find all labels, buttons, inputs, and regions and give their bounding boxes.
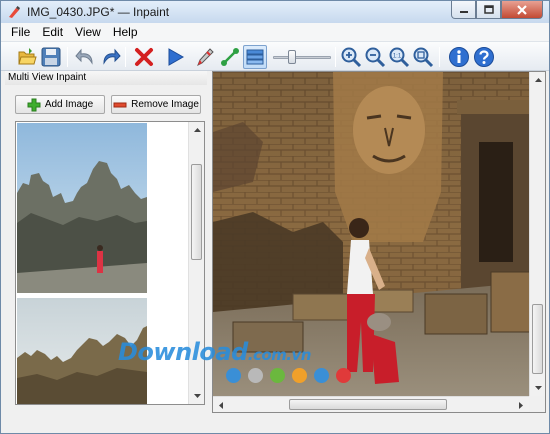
- watermark-dot: [336, 368, 351, 383]
- scrollbar-corner: [529, 396, 545, 412]
- watermark-dot: [292, 368, 307, 383]
- menu-file[interactable]: File: [5, 23, 36, 41]
- scroll-thumb[interactable]: [191, 164, 202, 260]
- slider-thumb[interactable]: [288, 50, 296, 64]
- undo-button[interactable]: [74, 45, 98, 69]
- scroll-down-arrow[interactable]: [531, 381, 545, 395]
- watermark-dot: [226, 368, 241, 383]
- maximize-icon: [483, 5, 494, 14]
- toolbar-separator: [335, 47, 336, 67]
- maximize-button[interactable]: [476, 1, 501, 19]
- watermark-dot: [248, 368, 263, 383]
- zoom-out-button[interactable]: [363, 45, 387, 69]
- watermark-dot: [270, 368, 285, 383]
- help-icon: [474, 47, 494, 67]
- fit-window-icon: [413, 47, 434, 68]
- minimize-icon: [459, 10, 468, 13]
- toolbar: 1:1: [1, 41, 549, 71]
- line-tool-button[interactable]: [218, 45, 242, 69]
- watermark-suffix: .com.vn: [247, 346, 312, 364]
- plus-icon: [27, 98, 41, 111]
- redo-button[interactable]: [98, 45, 122, 69]
- watermark-dots: [226, 368, 351, 383]
- save-button[interactable]: [39, 45, 63, 69]
- zoom-in-icon: [341, 47, 362, 68]
- temple-thumbnail-image: [17, 123, 147, 293]
- save-icon: [41, 47, 61, 67]
- multi-view-button[interactable]: [243, 45, 267, 69]
- marker-icon: [197, 48, 214, 67]
- scroll-thumb[interactable]: [532, 304, 543, 374]
- zoom-in-button[interactable]: [339, 45, 363, 69]
- down-arrow-icon: [534, 386, 542, 390]
- down-arrow-icon: [193, 394, 201, 398]
- menu-help[interactable]: Help: [107, 23, 144, 41]
- close-icon: [517, 4, 527, 15]
- minus-icon: [113, 102, 127, 107]
- brush-size-slider[interactable]: [273, 50, 331, 64]
- zoom-out-icon: [365, 47, 386, 68]
- menu-bar: File Edit View Help: [1, 23, 549, 41]
- run-icon: [168, 48, 185, 66]
- add-image-button[interactable]: Add Image: [15, 95, 105, 114]
- info-icon: [449, 47, 469, 67]
- image-thumbnail-selected[interactable]: [17, 123, 147, 293]
- svg-text:1:1: 1:1: [393, 54, 402, 60]
- slider-track: [273, 56, 331, 59]
- actual-size-icon: 1:1: [389, 47, 410, 68]
- up-arrow-icon: [534, 78, 542, 82]
- left-arrow-icon: [219, 401, 223, 409]
- add-image-label: Add Image: [44, 99, 94, 110]
- toolbar-separator: [439, 47, 440, 67]
- delete-icon: [135, 48, 153, 66]
- right-arrow-icon: [519, 401, 523, 409]
- open-folder-icon: [18, 48, 37, 65]
- marker-button[interactable]: [193, 45, 217, 69]
- image-vertical-scrollbar[interactable]: [529, 72, 545, 396]
- undo-icon: [75, 48, 93, 65]
- image-horizontal-scrollbar[interactable]: [213, 396, 529, 412]
- watermark-logo: Download.com.vn: [118, 338, 311, 366]
- toolbar-separator: [125, 47, 126, 67]
- scroll-thumb[interactable]: [289, 399, 447, 410]
- redo-icon: [103, 48, 121, 65]
- toolbar-separator: [67, 47, 68, 67]
- scroll-down-arrow[interactable]: [190, 389, 204, 403]
- scroll-right-arrow[interactable]: [514, 398, 528, 412]
- remove-image-button[interactable]: Remove Image: [111, 95, 201, 114]
- close-button[interactable]: [501, 1, 543, 19]
- actual-size-button[interactable]: 1:1: [387, 45, 411, 69]
- menu-edit[interactable]: Edit: [36, 23, 69, 41]
- panel-title: Multi View Inpaint: [5, 71, 207, 85]
- scroll-up-arrow[interactable]: [531, 73, 545, 87]
- info-button[interactable]: [447, 45, 471, 69]
- fit-window-button[interactable]: [411, 45, 435, 69]
- delete-button[interactable]: [132, 45, 156, 69]
- remove-image-label: Remove Image: [131, 99, 199, 110]
- title-bar[interactable]: IMG_0430.JPG* — Inpaint: [1, 1, 549, 23]
- multi-view-icon: [246, 49, 264, 65]
- scroll-up-arrow[interactable]: [190, 123, 204, 137]
- watermark-dot: [314, 368, 329, 383]
- window-title: IMG_0430.JPG* — Inpaint: [27, 5, 170, 19]
- open-button[interactable]: [15, 45, 39, 69]
- help-button[interactable]: [472, 45, 496, 69]
- app-icon: [9, 6, 20, 18]
- minimize-button[interactable]: [451, 1, 476, 19]
- status-bar: [1, 415, 549, 433]
- up-arrow-icon: [193, 128, 201, 132]
- scroll-left-arrow[interactable]: [214, 398, 228, 412]
- menu-view[interactable]: View: [69, 23, 107, 41]
- run-button[interactable]: [163, 45, 187, 69]
- inpaint-window: IMG_0430.JPG* — Inpaint File Edit View H…: [0, 0, 550, 434]
- watermark-text: Download: [118, 338, 248, 366]
- line-tool-icon: [221, 48, 239, 66]
